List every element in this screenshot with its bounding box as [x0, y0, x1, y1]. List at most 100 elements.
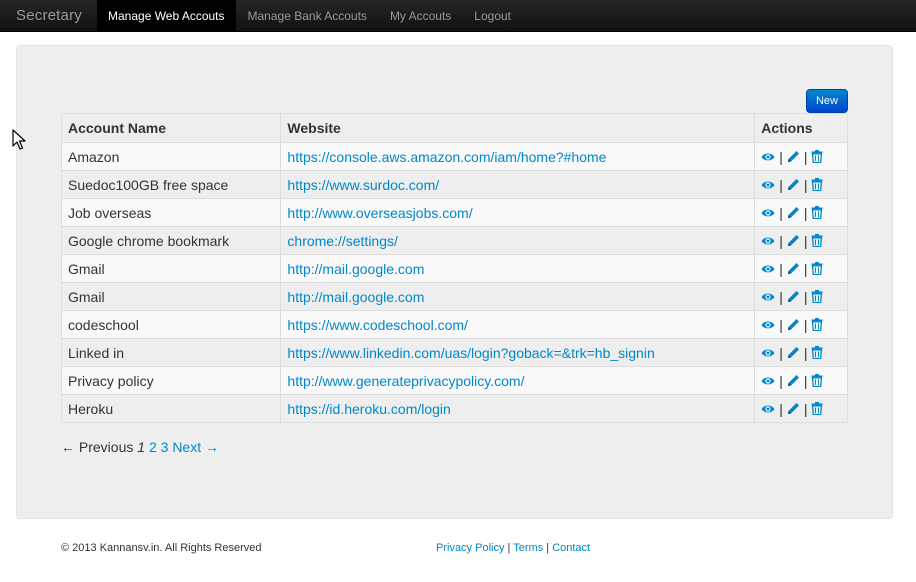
action-separator: | — [803, 344, 808, 361]
table-row: Heroku https://id.heroku.com/login | | — [62, 394, 847, 422]
actions-cell: | | — [754, 310, 847, 338]
table-row: Google chrome bookmark chrome://settings/… — [62, 226, 847, 254]
eye-icon[interactable] — [761, 404, 775, 414]
pencil-icon[interactable] — [787, 178, 800, 191]
footer-copyright: © 2013 Kannansv.in. All Rights Reserved — [61, 542, 262, 554]
website-link[interactable]: http://www.overseasjobs.com/ — [287, 205, 472, 221]
table-row: Suedoc100GB free space https://www.surdoc… — [62, 170, 847, 198]
actions-cell: | | — [754, 282, 847, 310]
actions-cell: | | — [754, 366, 847, 394]
actions-cell: | | — [754, 226, 847, 254]
eye-icon[interactable] — [761, 264, 775, 274]
footer-link-terms[interactable]: Terms — [513, 542, 543, 554]
trash-icon[interactable] — [811, 374, 823, 387]
trash-icon[interactable] — [811, 318, 823, 331]
website-link[interactable]: https://www.surdoc.com/ — [287, 177, 439, 193]
pencil-icon[interactable] — [787, 290, 800, 303]
eye-icon[interactable] — [761, 376, 775, 386]
table-row: Job overseas http://www.overseasjobs.com/… — [62, 198, 847, 226]
website-link[interactable]: https://www.codeschool.com/ — [287, 317, 468, 333]
trash-icon[interactable] — [811, 402, 823, 415]
action-separator: | — [803, 288, 808, 305]
pencil-icon[interactable] — [787, 402, 800, 415]
pencil-icon[interactable] — [787, 318, 800, 331]
action-separator: | — [779, 288, 783, 305]
account-name-cell: Privacy policy — [62, 366, 281, 394]
trash-icon[interactable] — [811, 262, 823, 275]
action-separator: | — [779, 204, 783, 221]
eye-icon[interactable] — [761, 292, 775, 302]
eye-icon[interactable] — [761, 348, 775, 358]
action-separator: | — [803, 372, 808, 389]
eye-icon[interactable] — [761, 152, 775, 162]
nav-logout[interactable]: Logout — [462, 0, 522, 31]
website-cell: http://mail.google.com — [280, 282, 755, 310]
mouse-cursor-icon — [12, 129, 26, 150]
website-link[interactable]: chrome://settings/ — [287, 233, 398, 249]
pencil-icon[interactable] — [787, 346, 800, 359]
eye-icon[interactable] — [761, 208, 775, 218]
website-cell: https://id.heroku.com/login — [280, 394, 755, 422]
website-link[interactable]: https://www.linkedin.com/uas/login?gobac… — [287, 345, 654, 361]
table-row: Gmail http://mail.google.com | | — [62, 254, 847, 282]
website-link[interactable]: http://mail.google.com — [287, 261, 424, 277]
website-cell: http://mail.google.com — [280, 254, 755, 282]
column-header-actions: Actions — [754, 114, 847, 142]
pencil-icon[interactable] — [787, 150, 800, 163]
action-separator: | — [779, 260, 783, 277]
trash-icon[interactable] — [811, 206, 823, 219]
website-cell: chrome://settings/ — [280, 226, 755, 254]
action-separator: | — [803, 400, 808, 417]
pencil-icon[interactable] — [787, 374, 800, 387]
eye-icon[interactable] — [761, 236, 775, 246]
table-row: Gmail http://mail.google.com | | — [62, 282, 847, 310]
footer-link-privacy-policy[interactable]: Privacy Policy — [436, 542, 504, 554]
eye-icon[interactable] — [761, 320, 775, 330]
trash-icon[interactable] — [811, 290, 823, 303]
footer-separator: | — [507, 542, 511, 554]
pencil-icon[interactable] — [787, 234, 800, 247]
website-link[interactable]: https://id.heroku.com/login — [287, 401, 450, 417]
action-separator: | — [779, 316, 783, 333]
pencil-icon[interactable] — [787, 206, 800, 219]
actions-cell: | | — [754, 254, 847, 282]
trash-icon[interactable] — [811, 178, 823, 191]
action-separator: | — [803, 316, 808, 333]
table-header-row: Account Name Website Actions — [62, 114, 847, 142]
action-separator: | — [779, 176, 783, 193]
actions-cell: | | — [754, 198, 847, 226]
action-separator: | — [803, 260, 808, 277]
website-cell: http://www.overseasjobs.com/ — [280, 198, 755, 226]
pagination-page-3[interactable]: 3 — [161, 439, 169, 455]
website-cell: http://www.generateprivacypolicy.com/ — [280, 366, 755, 394]
action-separator: | — [779, 372, 783, 389]
nav-manage-bank-accounts[interactable]: Manage Bank Accouts — [236, 0, 378, 31]
action-separator: | — [803, 148, 808, 165]
website-link[interactable]: http://www.generateprivacypolicy.com/ — [287, 373, 524, 389]
nav-manage-web-accounts[interactable]: Manage Web Accouts — [97, 0, 236, 31]
footer-link-contact[interactable]: Contact — [552, 542, 590, 554]
nav-my-accounts[interactable]: My Accouts — [378, 0, 462, 31]
brand-logo[interactable]: Secretary — [0, 0, 97, 31]
account-name-cell: Job overseas — [62, 198, 281, 226]
actions-cell: | | — [754, 394, 847, 422]
eye-icon[interactable] — [761, 180, 775, 190]
top-navbar: Secretary Manage Web Accouts Manage Bank… — [0, 0, 916, 32]
pencil-icon[interactable] — [787, 262, 800, 275]
trash-icon[interactable] — [811, 234, 823, 247]
pagination-previous: ← Previous — [61, 439, 134, 455]
table-row: Linked in https://www.linkedin.com/uas/lo… — [62, 338, 847, 366]
pagination-next[interactable]: Next → — [172, 439, 219, 455]
website-cell: https://www.surdoc.com/ — [280, 170, 755, 198]
website-link[interactable]: https://console.aws.amazon.com/iam/home?… — [287, 149, 606, 165]
action-separator: | — [779, 344, 783, 361]
pagination-page-2[interactable]: 2 — [149, 439, 157, 455]
table-row: Amazon https://console.aws.amazon.com/iam… — [62, 142, 847, 170]
trash-icon[interactable] — [811, 150, 823, 163]
account-name-cell: Heroku — [62, 394, 281, 422]
accounts-table: Account Name Website Actions Amazon https… — [61, 113, 848, 423]
new-account-button[interactable]: New — [806, 89, 848, 113]
trash-icon[interactable] — [811, 346, 823, 359]
website-link[interactable]: http://mail.google.com — [287, 289, 424, 305]
table-row: codeschool https://www.codeschool.com/| | — [62, 310, 847, 338]
